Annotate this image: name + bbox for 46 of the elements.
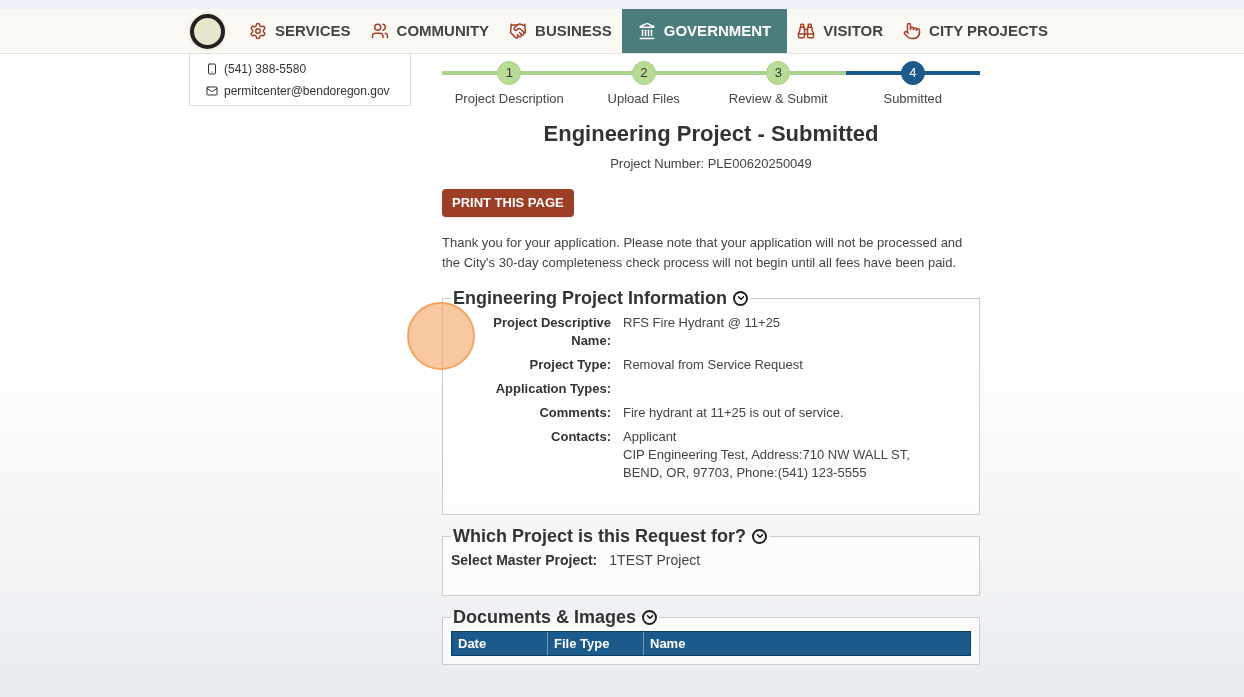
contact-details: CIP Engineering Test, Address:710 NW WALL ST, BEND, OR, 97703, Phone:(541) 123-5555	[623, 445, 911, 482]
pointing-hand-icon	[903, 22, 922, 40]
people-icon	[370, 22, 389, 40]
section-title: Engineering Project Information	[453, 286, 728, 310]
gears-icon	[249, 22, 267, 40]
field-label: Select Master Project:	[451, 550, 598, 570]
field-value: RFS Fire Hydrant @ 11+25	[623, 313, 782, 332]
field-label: Project Descriptive Name:	[492, 313, 611, 350]
field-value: 1TEST Project	[609, 550, 701, 570]
handshake-icon	[509, 22, 528, 40]
collapse-icon[interactable]	[752, 528, 768, 544]
field-label: Contacts:	[551, 427, 611, 446]
logo-icon[interactable]	[188, 11, 227, 51]
column-header: File Type	[548, 631, 644, 655]
collapse-icon[interactable]	[733, 290, 749, 306]
email-link[interactable]: permitcenter@bendoregon.gov	[224, 82, 390, 100]
field-label: Project Type:	[529, 355, 611, 374]
field-label: Comments:	[539, 403, 611, 422]
section-title: Documents & Images	[453, 605, 637, 629]
nav-link[interactable]: VISITOR	[787, 9, 894, 53]
column-header: Date	[452, 631, 548, 655]
section-title: Which Project is this Request for?	[453, 524, 747, 548]
notice-text: Thank you for your application. Please note that your application will not be processed and the City's 30-day completeness check process will not begin until all fees have been paid.	[442, 233, 964, 272]
building-icon	[637, 22, 656, 40]
field-label: Application Types:	[495, 379, 611, 398]
project-number: Project Number: PLE00620250049	[609, 154, 813, 173]
print-button[interactable]: PRINT THIS PAGE	[442, 189, 574, 217]
phone-icon	[206, 63, 218, 75]
phone-number: (541) 388-5580	[224, 61, 307, 78]
nav-link[interactable]: BUSINESS	[499, 9, 622, 53]
binoculars-icon	[797, 22, 816, 40]
step-label: Review & Submit	[728, 90, 828, 108]
field-value: Applicant	[623, 427, 678, 446]
column-header: Name	[649, 634, 687, 653]
nav-link[interactable]: SERVICES	[239, 9, 361, 53]
step-label: Submitted	[883, 90, 942, 108]
mail-icon	[206, 85, 218, 97]
nav-link[interactable]: COMMUNITY	[360, 9, 500, 53]
field-value: Removal from Service Request	[623, 355, 804, 374]
nav-link[interactable]: GOVERNMENT	[621, 9, 788, 53]
page-title: Engineering Project - Submitted	[542, 119, 880, 148]
field-value: Fire hydrant at 11+25 is out of service.	[623, 403, 845, 422]
collapse-icon[interactable]	[642, 609, 658, 625]
step-label: Project Description	[454, 90, 564, 108]
nav-link[interactable]: CITY PROJECTS	[893, 9, 1058, 53]
step-label: Upload Files	[607, 90, 680, 108]
